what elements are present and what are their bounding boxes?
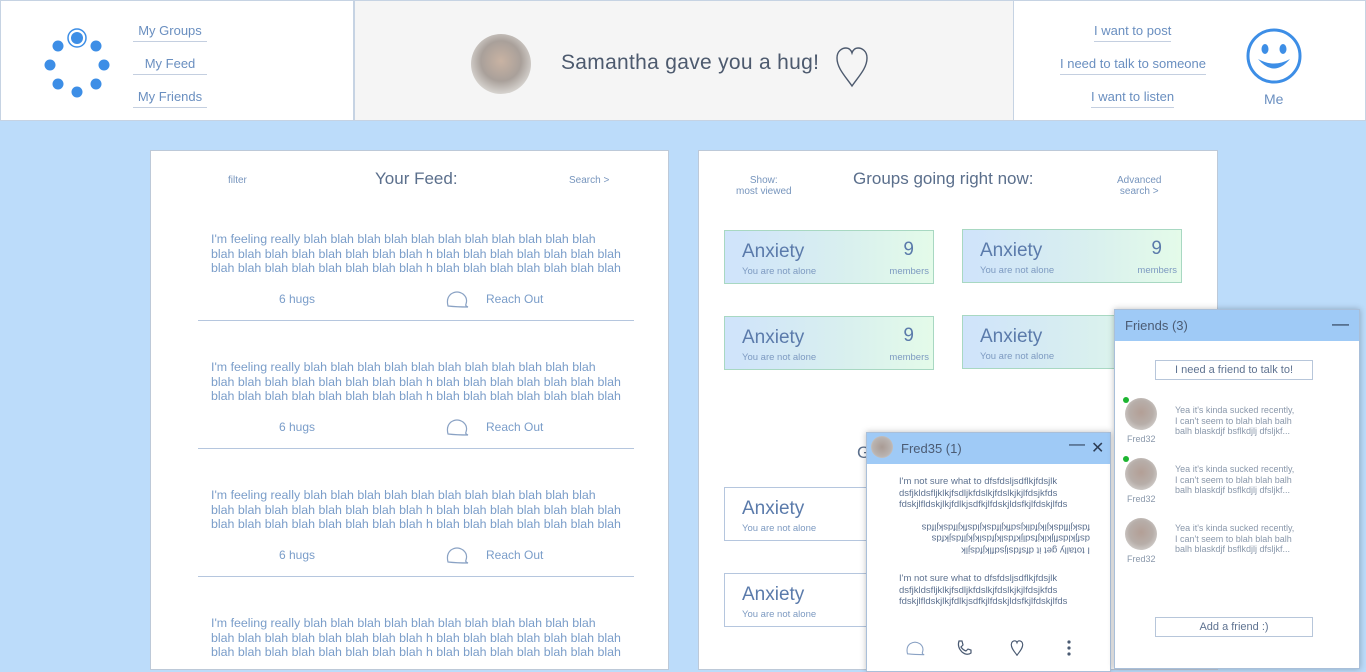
chat-header[interactable]: Fred35 (1) — ✕: [867, 433, 1110, 464]
me-label[interactable]: Me: [1264, 91, 1283, 107]
phone-icon[interactable]: [955, 639, 973, 657]
minimize-icon[interactable]: —: [1069, 436, 1085, 454]
friends-title: Friends (3): [1125, 318, 1188, 333]
group-card[interactable]: Anxiety You are not alone 9 members: [724, 230, 934, 284]
reach-out-button[interactable]: Reach Out: [486, 420, 543, 434]
group-card[interactable]: Anxiety You are not alone 9 members: [962, 229, 1182, 283]
need-friend-button[interactable]: I need a friend to talk to!: [1155, 360, 1313, 380]
speech-bubble-icon[interactable]: [445, 546, 469, 564]
group-member-count: 9: [903, 325, 914, 346]
close-icon[interactable]: ✕: [1091, 438, 1104, 458]
friend-name: Fred32: [1127, 434, 1156, 444]
post-text: I'm feeling really blah blah blah blah b…: [211, 232, 621, 275]
group-name: Anxiety: [742, 584, 805, 605]
friend-name: Fred32: [1127, 494, 1156, 504]
group-name: Anxiety: [742, 327, 805, 348]
group-members-label: members: [889, 266, 929, 277]
avatar[interactable]: [1125, 458, 1157, 490]
group-member-count: 9: [1151, 238, 1162, 259]
nav-want-to-listen[interactable]: I want to listen: [1091, 89, 1175, 108]
group-tagline: You are not alone: [742, 523, 817, 534]
friend-name: Fred32: [1127, 554, 1156, 564]
chat-window: Fred35 (1) — ✕ I'm not sure what to dfsf…: [866, 432, 1111, 672]
feed-panel: filter Your Feed: Search > I'm feeling r…: [150, 150, 669, 670]
group-tagline: You are not alone: [742, 266, 817, 277]
groups-title: Groups going right now:: [853, 169, 1034, 188]
avatar[interactable]: [1125, 398, 1157, 430]
nav-my-groups[interactable]: My Groups: [133, 23, 207, 42]
hugs-count[interactable]: 6 hugs: [279, 420, 315, 434]
chat-message-incoming: I'm not sure what to dfsfdsljsdflkjfdsjl…: [899, 476, 1068, 510]
friends-header[interactable]: Friends (3) —: [1115, 310, 1359, 341]
hugs-count[interactable]: 6 hugs: [279, 292, 315, 306]
advanced-search-link[interactable]: Advanced search >: [1117, 175, 1161, 197]
speech-bubble-icon[interactable]: [445, 418, 469, 436]
hugs-count[interactable]: 6 hugs: [279, 548, 315, 562]
online-indicator: [1123, 397, 1129, 403]
friend-last-message: Yea it's kinda sucked recently, I can't s…: [1175, 523, 1295, 554]
top-left-section: My Groups My Feed My Friends: [0, 0, 354, 121]
group-tagline: You are not alone: [980, 351, 1055, 362]
notification-text: Samantha gave you a hug!: [561, 51, 820, 74]
post-divider: [198, 448, 634, 449]
top-right-section: I want to post I need to talk to someone…: [1013, 0, 1366, 121]
reach-out-button[interactable]: Reach Out: [486, 292, 543, 306]
feed-filter-link[interactable]: filter: [228, 175, 247, 186]
group-name: Anxiety: [742, 241, 805, 262]
post-divider: [198, 576, 634, 577]
group-member-count: 9: [903, 239, 914, 260]
friends-panel: Friends (3) — I need a friend to talk to…: [1114, 309, 1360, 669]
speech-bubble-icon[interactable]: [445, 290, 469, 308]
friend-last-message: Yea it's kinda sucked recently, I can't s…: [1175, 464, 1295, 495]
chat-message-outgoing: I totally get it dfsfdsljsdflkjfdsjlk dsf…: [921, 521, 1090, 556]
smiley-face-icon[interactable]: [1246, 28, 1302, 84]
speech-bubble-icon[interactable]: [905, 640, 925, 656]
top-bar: My Groups My Feed My Friends Samantha ga…: [0, 0, 1366, 122]
post-text: I'm feeling really blah blah blah blah b…: [211, 488, 621, 531]
loading-dots-icon[interactable]: [39, 27, 115, 103]
online-indicator: [1123, 456, 1129, 462]
group-card[interactable]: Anxiety You are not alone 9 members: [724, 316, 934, 370]
feed-title: Your Feed:: [375, 169, 458, 188]
show-most-viewed-filter[interactable]: Show: most viewed: [736, 175, 792, 197]
avatar[interactable]: [871, 436, 893, 458]
friend-last-message: Yea it's kinda sucked recently, I can't s…: [1175, 405, 1295, 436]
nav-i-want-to-post[interactable]: I want to post: [1094, 23, 1172, 42]
group-name: Anxiety: [980, 326, 1043, 347]
notification-bar: Samantha gave you a hug!: [354, 0, 1014, 121]
chat-message-incoming: I'm not sure what to dfsfdsljsdflkjfdsjl…: [899, 573, 1068, 607]
heart-icon[interactable]: [835, 46, 869, 88]
nav-my-feed[interactable]: My Feed: [133, 56, 207, 75]
group-tagline: You are not alone: [742, 352, 817, 363]
nav-talk-to-someone[interactable]: I need to talk to someone: [1060, 56, 1206, 75]
avatar[interactable]: [1125, 518, 1157, 550]
post-divider: [198, 320, 634, 321]
heart-icon[interactable]: [1009, 640, 1025, 656]
post-text: I'm feeling really blah blah blah blah b…: [211, 616, 621, 659]
group-members-label: members: [889, 352, 929, 363]
feed-search-link[interactable]: Search >: [569, 175, 609, 186]
group-name: Anxiety: [742, 498, 805, 519]
group-name: Anxiety: [980, 240, 1043, 261]
nav-my-friends[interactable]: My Friends: [133, 89, 207, 108]
add-friend-button[interactable]: Add a friend :): [1155, 617, 1313, 637]
group-tagline: You are not alone: [742, 609, 817, 620]
group-members-label: members: [1137, 265, 1177, 276]
group-tagline: You are not alone: [980, 265, 1055, 276]
notification-avatar[interactable]: [471, 34, 531, 94]
chat-contact-name: Fred35 (1): [901, 441, 962, 456]
reach-out-button[interactable]: Reach Out: [486, 548, 543, 562]
more-vertical-icon[interactable]: [1065, 639, 1073, 657]
post-text: I'm feeling really blah blah blah blah b…: [211, 360, 621, 403]
minimize-icon[interactable]: —: [1332, 314, 1349, 334]
